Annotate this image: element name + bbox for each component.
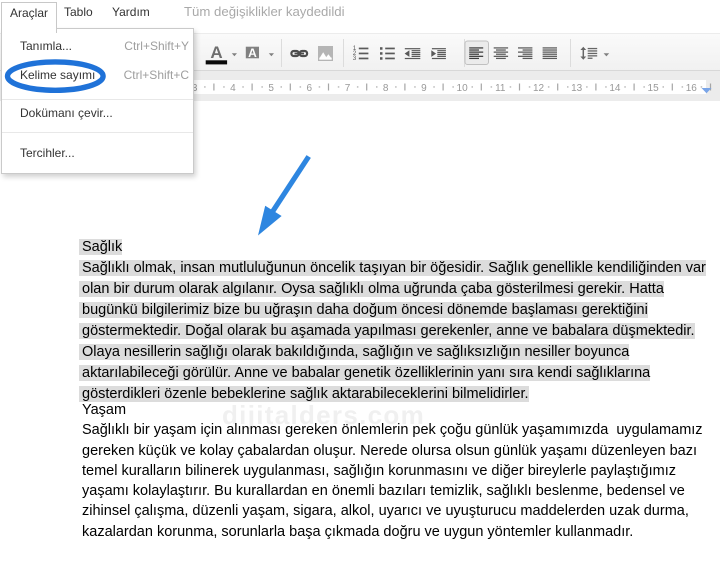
svg-text:8: 8 [383, 83, 389, 94]
svg-text:A: A [210, 43, 222, 62]
svg-text:13: 13 [571, 83, 583, 94]
svg-text:4: 4 [230, 83, 236, 94]
svg-text:14: 14 [609, 83, 621, 94]
svg-text:A: A [248, 46, 257, 60]
svg-text:12: 12 [533, 83, 545, 94]
svg-text:7: 7 [345, 83, 351, 94]
svg-text:11: 11 [495, 83, 506, 94]
svg-text:10: 10 [457, 83, 469, 94]
svg-text:9: 9 [421, 83, 427, 94]
svg-text:16: 16 [686, 83, 698, 94]
svg-text:5: 5 [268, 83, 274, 94]
svg-text:6: 6 [307, 83, 313, 94]
svg-text:3: 3 [353, 55, 357, 62]
svg-text:15: 15 [648, 83, 660, 94]
